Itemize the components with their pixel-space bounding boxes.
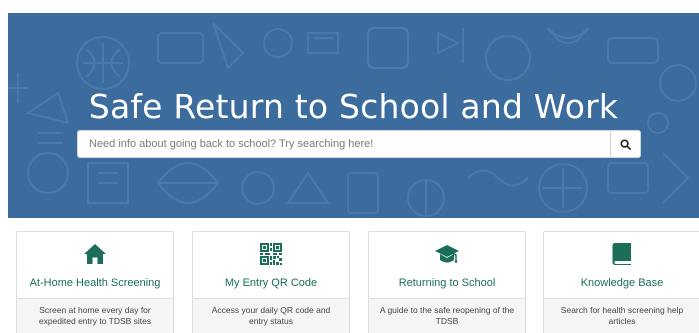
card-title: Returning to School [398,277,496,289]
graduation-cap-icon [435,245,459,263]
card-description: Screen at home every day for expedited e… [17,298,173,333]
hero-banner: Safe Return to School and Work [8,13,699,218]
page-title: Safe Return to School and Work [88,87,619,126]
card-header: Knowledge Base [544,232,699,298]
search-button[interactable] [610,131,640,157]
card-knowledge-base[interactable]: Knowledge Base Search for health screeni… [543,231,699,333]
home-icon [84,244,106,264]
card-at-home-health-screening[interactable]: At-Home Health Screening Screen at home … [16,231,174,333]
card-returning-to-school[interactable]: Returning to School A guide to the safe … [368,231,526,333]
search-icon [620,138,631,150]
search-input[interactable] [78,131,610,157]
card-title: Knowledge Base [580,277,664,289]
card-title: At-Home Health Screening [29,277,161,289]
card-description: Search for health screening help article… [544,298,699,333]
qr-code-icon [260,243,282,265]
card-header: At-Home Health Screening [17,232,173,298]
card-my-entry-qr-code[interactable]: My Entry QR Code Access your daily QR co… [192,231,350,333]
card-description: A guide to the safe reopening of the TDS… [369,298,525,333]
card-header: My Entry QR Code [193,232,349,298]
search-bar [77,130,641,158]
book-icon [612,243,631,265]
card-description: Access your daily QR code and entry stat… [193,298,349,333]
card-title: My Entry QR Code [224,277,318,289]
card-header: Returning to School [369,232,525,298]
